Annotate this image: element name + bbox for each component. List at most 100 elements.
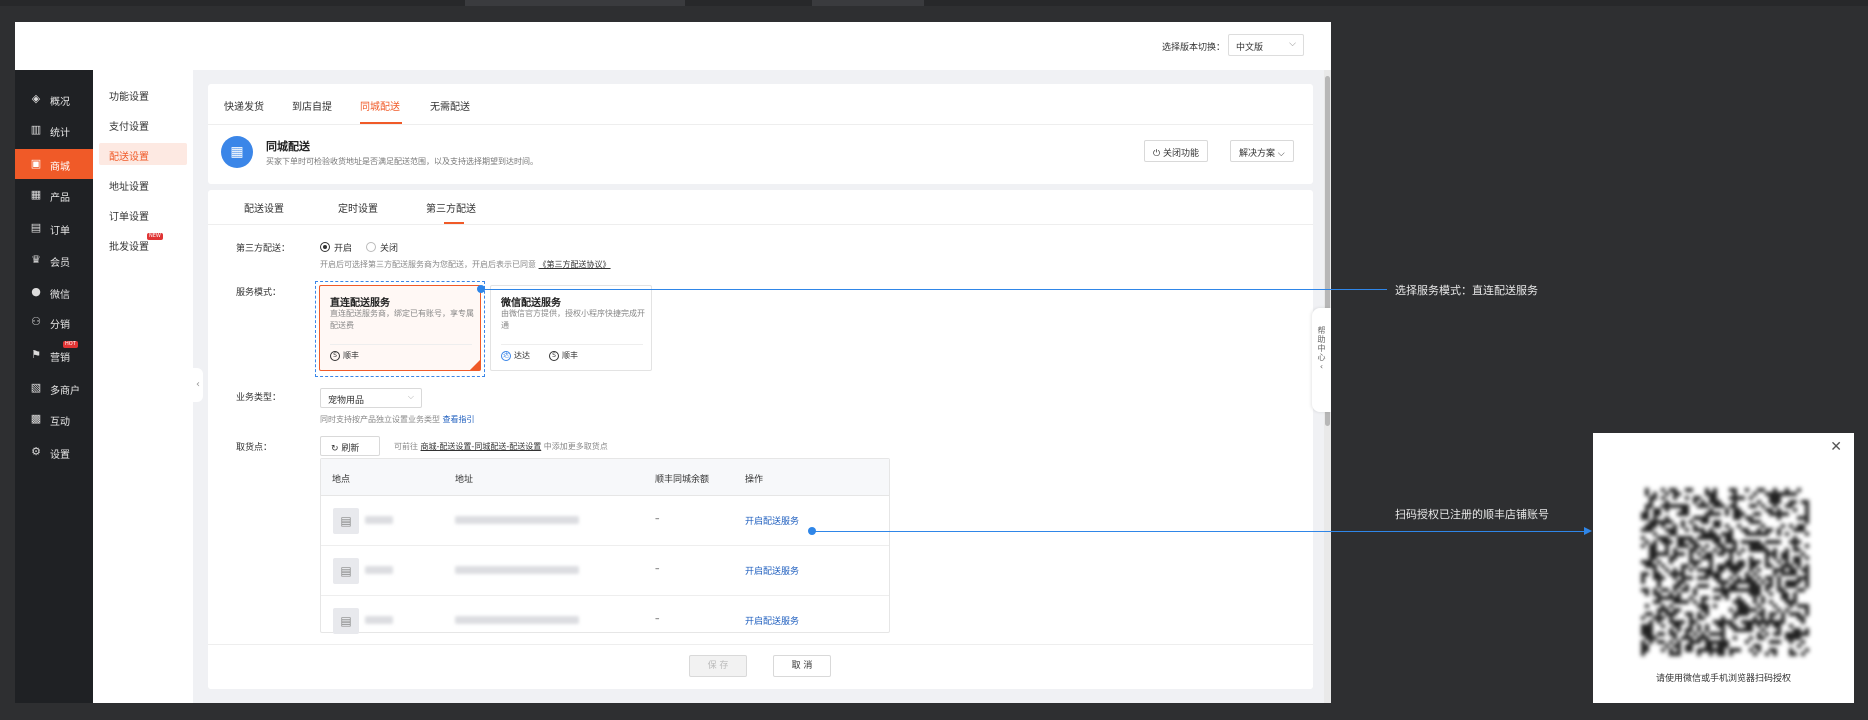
- balance-cell: –: [655, 614, 660, 624]
- sf-icon: S: [330, 350, 340, 361]
- sidebar-item-label: 商城: [50, 162, 70, 173]
- sidebar-item[interactable]: ▩ 互动: [15, 404, 93, 434]
- sidebar-item[interactable]: ▤ 订单: [15, 213, 93, 243]
- solution-label: 解决方案: [1239, 149, 1276, 159]
- third-party-help-text: 开启后可选择第三方配送服务商为您配送，开启后表示已同意: [320, 260, 536, 269]
- chevron-down-icon: ⌵: [1277, 149, 1285, 159]
- sidebar-item[interactable]: ♛ 会员: [15, 245, 93, 275]
- service-card-wechat[interactable]: 微信配送服务 由微信官方提供，授权小程序快捷完成开通 达达达 S 顺丰: [490, 285, 652, 371]
- protocol-link[interactable]: 《第三方配送协议》: [539, 260, 611, 269]
- tab-local-delivery[interactable]: 同城配送: [360, 98, 400, 113]
- sidebar-item-label: 会员: [50, 258, 70, 269]
- subnav-item-label: 支付设置: [109, 122, 149, 133]
- third-party-help: 开启后可选择第三方配送服务商为您配送，开启后表示已同意 《第三方配送协议》: [320, 259, 611, 270]
- sidebar-item[interactable]: ⚑ 营销 HOT: [15, 340, 93, 370]
- balance-cell: –: [655, 514, 660, 524]
- language-select[interactable]: 中文版 ⌵: [1228, 34, 1304, 56]
- top-strip-block: [812, 0, 924, 6]
- pickup-settings-link[interactable]: 商城-配送设置-同城配送-配送设置: [421, 442, 542, 451]
- table-row: ▤ – 开启配送服务: [321, 496, 889, 546]
- service-card-title: 直连配送服务: [330, 298, 390, 309]
- refresh-button[interactable]: ↻ 刷新: [320, 436, 380, 456]
- subnav-item-label: 批发设置: [109, 242, 149, 253]
- distribution-icon: ⚇: [31, 315, 41, 328]
- subnav-item[interactable]: 支付设置: [99, 113, 187, 135]
- subnav-item-label: 地址设置: [109, 182, 149, 193]
- help-center-label: 帮助中心: [1317, 326, 1326, 362]
- divider: [208, 124, 1313, 125]
- view-guide-link[interactable]: 查看指引: [443, 415, 475, 424]
- subnav-item[interactable]: 批发设置 NEW: [99, 233, 187, 255]
- annotation-scan: 扫码授权已注册的顺丰店铺账号: [1395, 508, 1549, 521]
- service-card-desc: 直连配送服务商，绑定已有账号，享专属配送费: [330, 309, 474, 330]
- sidebar-item[interactable]: ▥ 统计: [15, 115, 93, 145]
- col-header-balance: 顺丰同城余额: [655, 475, 710, 485]
- interact-icon: ▩: [30, 412, 42, 425]
- enable-delivery-link[interactable]: 开启配送服务: [745, 614, 799, 627]
- shop-icon: ▣: [30, 157, 42, 170]
- pickup-table: 地点 地址 顺丰同城余额 操作 ▤ – 开启配送服务 ▤ – 开启配送服务 ▤ – 开启配送服务: [320, 458, 890, 646]
- subnav-item[interactable]: 功能设置: [99, 83, 187, 105]
- crown-icon: ♛: [31, 253, 41, 266]
- enable-delivery-link[interactable]: 开启配送服务: [745, 564, 799, 577]
- biz-type-select[interactable]: 宠物用品 ⌵: [320, 388, 422, 408]
- subtab-schedule-settings[interactable]: 定时设置: [338, 200, 378, 215]
- solution-button[interactable]: 解决方案 ⌵: [1230, 140, 1294, 162]
- close-feature-button[interactable]: ⏻ 关闭功能: [1144, 140, 1209, 162]
- table-row: ▤ – 开启配送服务: [321, 596, 889, 646]
- radio-off-label: 关闭: [380, 244, 399, 254]
- chevron-down-icon: ⌵: [1289, 39, 1296, 49]
- top-strip: [0, 0, 1868, 6]
- merchant-icon: ▧: [30, 381, 42, 394]
- subnav-item[interactable]: 订单设置: [99, 203, 187, 225]
- sidebar-item[interactable]: ⚇ 分销: [15, 307, 93, 337]
- tab-self-pickup[interactable]: 到店自提: [292, 98, 332, 113]
- table-header: 地点 地址 顺丰同城余额 操作: [321, 459, 889, 496]
- blurred-address: [455, 566, 579, 574]
- radio-off[interactable]: [366, 242, 376, 252]
- tab-express[interactable]: 快递发货: [224, 98, 264, 113]
- close-icon[interactable]: ✕: [1830, 439, 1842, 455]
- collapse-sidebar-button[interactable]: ‹: [193, 368, 203, 402]
- sidebar-item[interactable]: ⚙ 设置: [15, 437, 93, 467]
- divider: [208, 224, 1313, 225]
- col-header-location: 地点: [332, 475, 351, 485]
- save-button[interactable]: 保 存: [689, 655, 747, 677]
- enable-delivery-link[interactable]: 开启配送服务: [745, 514, 799, 527]
- subtab-third-party[interactable]: 第三方配送: [426, 200, 476, 215]
- dada-icon: 达: [501, 350, 511, 361]
- sub-navigation: 功能设置支付设置配送设置地址设置订单设置批发设置 NEW: [93, 70, 193, 703]
- balance-cell: –: [655, 564, 660, 574]
- subtab-delivery-settings[interactable]: 配送设置: [244, 200, 284, 215]
- sidebar-item[interactable]: ▦ 产品: [15, 180, 93, 210]
- sf-icon: S: [549, 350, 559, 361]
- tab-no-delivery[interactable]: 无需配送: [430, 98, 470, 113]
- gear-icon: ⚙: [31, 445, 41, 458]
- pickup-help-pre: 可前往: [394, 442, 418, 451]
- radio-on[interactable]: [320, 242, 330, 252]
- sf-logo: S 顺丰: [330, 350, 359, 361]
- sidebar-item-label: 互动: [50, 417, 70, 428]
- wechat-icon: ●: [31, 285, 41, 298]
- sidebar-item-label: 营销: [50, 353, 70, 364]
- service-card-title: 微信配送服务: [501, 298, 561, 309]
- app-header: 选择版本切换： 中文版 ⌵: [15, 22, 1331, 70]
- subnav-item-label: 配送设置: [109, 152, 149, 163]
- divider: [501, 344, 643, 345]
- sidebar-item-label: 多商户: [50, 386, 80, 397]
- chart-icon: ▥: [30, 123, 42, 136]
- subnav-item[interactable]: 地址设置: [99, 173, 187, 195]
- new-badge: NEW: [147, 233, 163, 240]
- dada-logo: 达达达: [501, 350, 530, 361]
- sidebar-item[interactable]: ▣ 商城: [15, 149, 93, 179]
- sf-label: 顺丰: [562, 351, 578, 360]
- sidebar-item[interactable]: ◈ 概况: [15, 84, 93, 114]
- service-card-direct[interactable]: 直连配送服务 直连配送服务商，绑定已有账号，享专属配送费 S 顺丰: [319, 285, 481, 371]
- pickup-help: 可前往 商城-配送设置-同城配送-配送设置 中添加更多取货点: [394, 441, 608, 452]
- help-center-tab[interactable]: 帮助中心 ‹: [1312, 308, 1331, 412]
- sidebar-item[interactable]: ▧ 多商户: [15, 373, 93, 403]
- subnav-item[interactable]: 配送设置: [99, 143, 187, 165]
- store-icon: ▤: [333, 608, 359, 634]
- sidebar-item[interactable]: ● 微信: [15, 277, 93, 307]
- cancel-button[interactable]: 取 消: [773, 655, 831, 677]
